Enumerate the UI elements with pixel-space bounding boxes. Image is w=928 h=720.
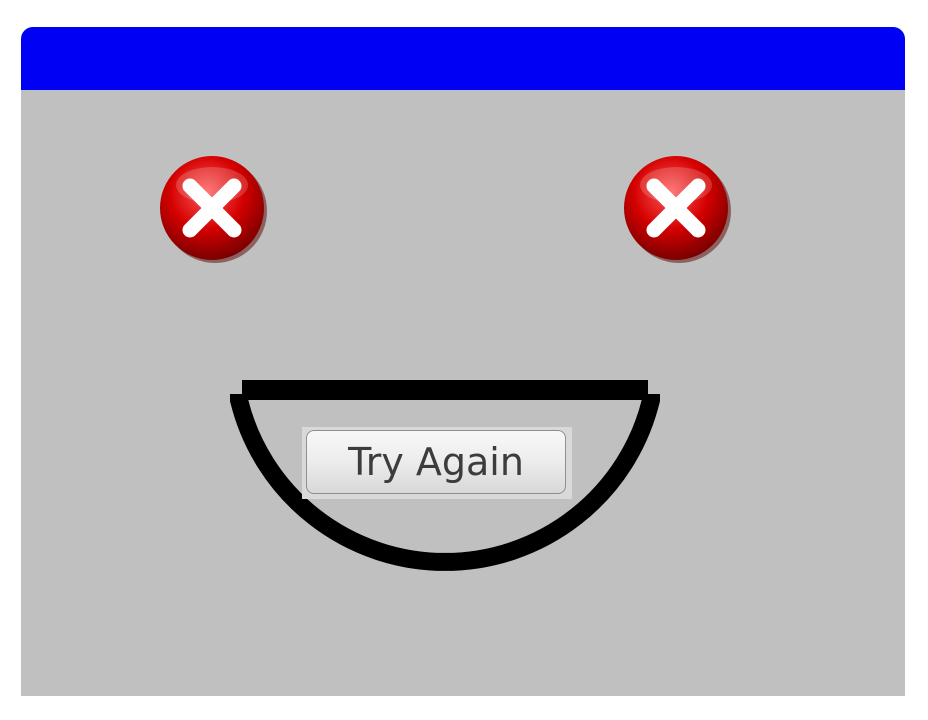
right-eye-error-icon xyxy=(619,151,733,265)
try-again-button[interactable]: Try Again xyxy=(306,430,566,494)
app-window: Try Again xyxy=(21,27,905,696)
smile-mouth-shape xyxy=(221,372,681,637)
left-eye-error-icon xyxy=(155,151,269,265)
title-bar[interactable] xyxy=(21,27,905,90)
retry-button-frame: Try Again xyxy=(302,427,572,499)
